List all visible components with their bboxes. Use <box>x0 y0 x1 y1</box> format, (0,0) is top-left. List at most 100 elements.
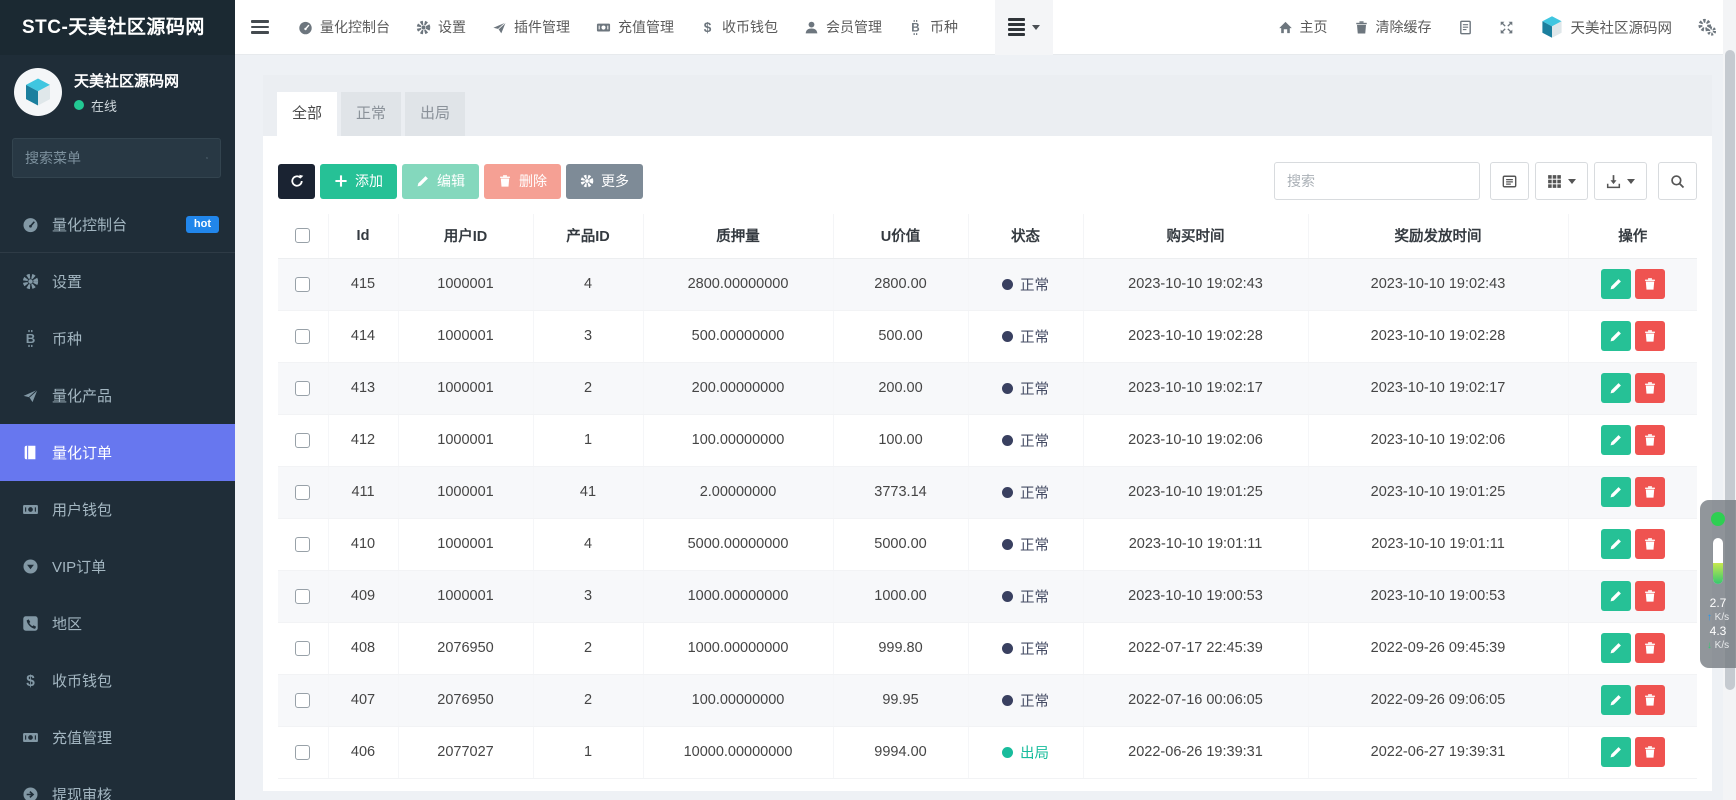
edit-button[interactable]: 编辑 <box>402 164 479 199</box>
row-checkbox[interactable] <box>295 485 310 500</box>
sidebar-item-products[interactable]: 量化产品 <box>0 367 235 424</box>
sidebar-item-vip-orders[interactable]: VIP订单 <box>0 538 235 595</box>
sidebar-item-withdraw-audit[interactable]: 提现审核 <box>0 766 235 800</box>
row-edit-button[interactable] <box>1601 425 1631 455</box>
row-checkbox[interactable] <box>295 381 310 396</box>
row-checkbox[interactable] <box>295 693 310 708</box>
sidebar-search-input[interactable] <box>25 150 206 166</box>
cell-product-id: 41 <box>533 466 643 518</box>
tab-out[interactable]: 出局 <box>405 92 465 136</box>
money-icon <box>22 729 39 746</box>
export-button[interactable] <box>1594 162 1647 200</box>
row-delete-button[interactable] <box>1635 425 1665 455</box>
row-delete-button[interactable] <box>1635 633 1665 663</box>
row-checkbox[interactable] <box>295 641 310 656</box>
list-icon <box>1008 18 1025 36</box>
col-buy-time: 购买时间 <box>1083 214 1308 258</box>
cell-u-value: 3773.14 <box>833 466 968 518</box>
sidebar-item-recharge[interactable]: 充值管理 <box>0 709 235 766</box>
columns-button[interactable] <box>1535 162 1588 200</box>
brand-title: STC-天美社区源码网 <box>0 0 235 55</box>
row-delete-button[interactable] <box>1635 321 1665 351</box>
row-checkbox[interactable] <box>295 329 310 344</box>
row-delete-button[interactable] <box>1635 685 1665 715</box>
cell-buy-time: 2023-10-10 19:00:53 <box>1083 570 1308 622</box>
table-search-input[interactable] <box>1274 162 1480 200</box>
add-button[interactable]: 添加 <box>320 164 397 199</box>
status-dot-icon <box>1002 643 1013 654</box>
avatar[interactable] <box>14 68 62 116</box>
nav-item-dashboard[interactable]: 量化控制台 <box>285 0 403 55</box>
nav-menu-toggle[interactable] <box>995 0 1053 55</box>
nav-item-clear-cache[interactable]: 清除缓存 <box>1341 0 1445 55</box>
row-edit-button[interactable] <box>1601 269 1631 299</box>
sidebar-item-orders[interactable]: 量化订单 <box>0 424 235 481</box>
sidebar-search <box>12 138 221 178</box>
delete-button[interactable]: 删除 <box>484 164 561 199</box>
nav-item-home[interactable]: 主页 <box>1265 0 1341 55</box>
view-list-button[interactable] <box>1490 162 1529 200</box>
row-edit-button[interactable] <box>1601 737 1631 767</box>
cell-buy-time: 2023-10-10 19:02:28 <box>1083 310 1308 362</box>
row-edit-button[interactable] <box>1601 477 1631 507</box>
more-button[interactable]: 更多 <box>566 164 643 199</box>
sidebar-item-settings[interactable]: 设置 <box>0 253 235 310</box>
sidebar-item-region[interactable]: 地区 <box>0 595 235 652</box>
row-edit-button[interactable] <box>1601 581 1631 611</box>
pencil-icon <box>416 174 430 188</box>
refresh-button[interactable] <box>278 164 315 199</box>
nav-item-receive-wallet[interactable]: 收币钱包 <box>687 0 791 55</box>
row-checkbox[interactable] <box>295 277 310 292</box>
sidebar: STC-天美社区源码网 天美社区源码网 在线 量化控制台hot 设置 币种 量化… <box>0 0 235 800</box>
menu-icon[interactable] <box>235 0 285 55</box>
row-checkbox[interactable] <box>295 433 310 448</box>
row-edit-button[interactable] <box>1601 633 1631 663</box>
row-edit-button[interactable] <box>1601 321 1631 351</box>
row-delete-button[interactable] <box>1635 737 1665 767</box>
sidebar-item-receive-wallet[interactable]: 收币钱包 <box>0 652 235 709</box>
cell-u-value: 99.95 <box>833 674 968 726</box>
rocket-icon <box>22 387 39 404</box>
row-checkbox[interactable] <box>295 745 310 760</box>
nav-item-members[interactable]: 会员管理 <box>791 0 895 55</box>
row-delete-button[interactable] <box>1635 477 1665 507</box>
nav-site-name[interactable]: 天美社区源码网 <box>1527 0 1686 55</box>
cell-id: 411 <box>328 466 398 518</box>
status-badge: 正常 <box>1002 586 1049 607</box>
nav-item-currency[interactable]: 币种 <box>895 0 971 55</box>
table-header-row: Id 用户ID 产品ID 质押量 U价值 状态 购买时间 奖励发放时间 操作 <box>278 214 1697 258</box>
row-delete-button[interactable] <box>1635 581 1665 611</box>
row-checkbox[interactable] <box>295 589 310 604</box>
sidebar-item-dashboard[interactable]: 量化控制台hot <box>0 196 235 253</box>
nav-item-recharge[interactable]: 充值管理 <box>583 0 687 55</box>
cell-user-id: 2076950 <box>398 622 533 674</box>
row-delete-button[interactable] <box>1635 269 1665 299</box>
nav-language-button[interactable] <box>1445 0 1486 55</box>
sidebar-item-user-wallet[interactable]: 用户钱包 <box>0 481 235 538</box>
row-delete-button[interactable] <box>1635 529 1665 559</box>
download-unit: K/s <box>1715 640 1729 651</box>
nav-item-settings[interactable]: 设置 <box>403 0 479 55</box>
sidebar-item-currency[interactable]: 币种 <box>0 310 235 367</box>
cell-user-id: 1000001 <box>398 518 533 570</box>
cube-logo-icon <box>23 77 53 107</box>
nav-item-plugins[interactable]: 插件管理 <box>479 0 583 55</box>
row-checkbox[interactable] <box>295 537 310 552</box>
cell-product-id: 2 <box>533 362 643 414</box>
cell-u-value: 200.00 <box>833 362 968 414</box>
tab-normal[interactable]: 正常 <box>341 92 401 136</box>
row-edit-button[interactable] <box>1601 685 1631 715</box>
table-row: 41310000012200.00000000200.00正常2023-10-1… <box>278 362 1697 414</box>
table-row: 41410000013500.00000000500.00正常2023-10-1… <box>278 310 1697 362</box>
cell-buy-time: 2022-07-17 22:45:39 <box>1083 622 1308 674</box>
advanced-search-button[interactable] <box>1658 162 1697 200</box>
nav-fullscreen-button[interactable] <box>1486 0 1527 55</box>
table-body: 415100000142800.000000002800.00正常2023-10… <box>278 258 1697 778</box>
row-edit-button[interactable] <box>1601 529 1631 559</box>
tab-all[interactable]: 全部 <box>277 92 337 136</box>
row-delete-button[interactable] <box>1635 373 1665 403</box>
select-all-checkbox[interactable] <box>295 228 310 243</box>
row-edit-button[interactable] <box>1601 373 1631 403</box>
top-navbar: 量化控制台 设置 插件管理 充值管理 收币钱包 会员管理 币种 主页 清除缓存 … <box>235 0 1736 55</box>
cell-product-id: 3 <box>533 310 643 362</box>
